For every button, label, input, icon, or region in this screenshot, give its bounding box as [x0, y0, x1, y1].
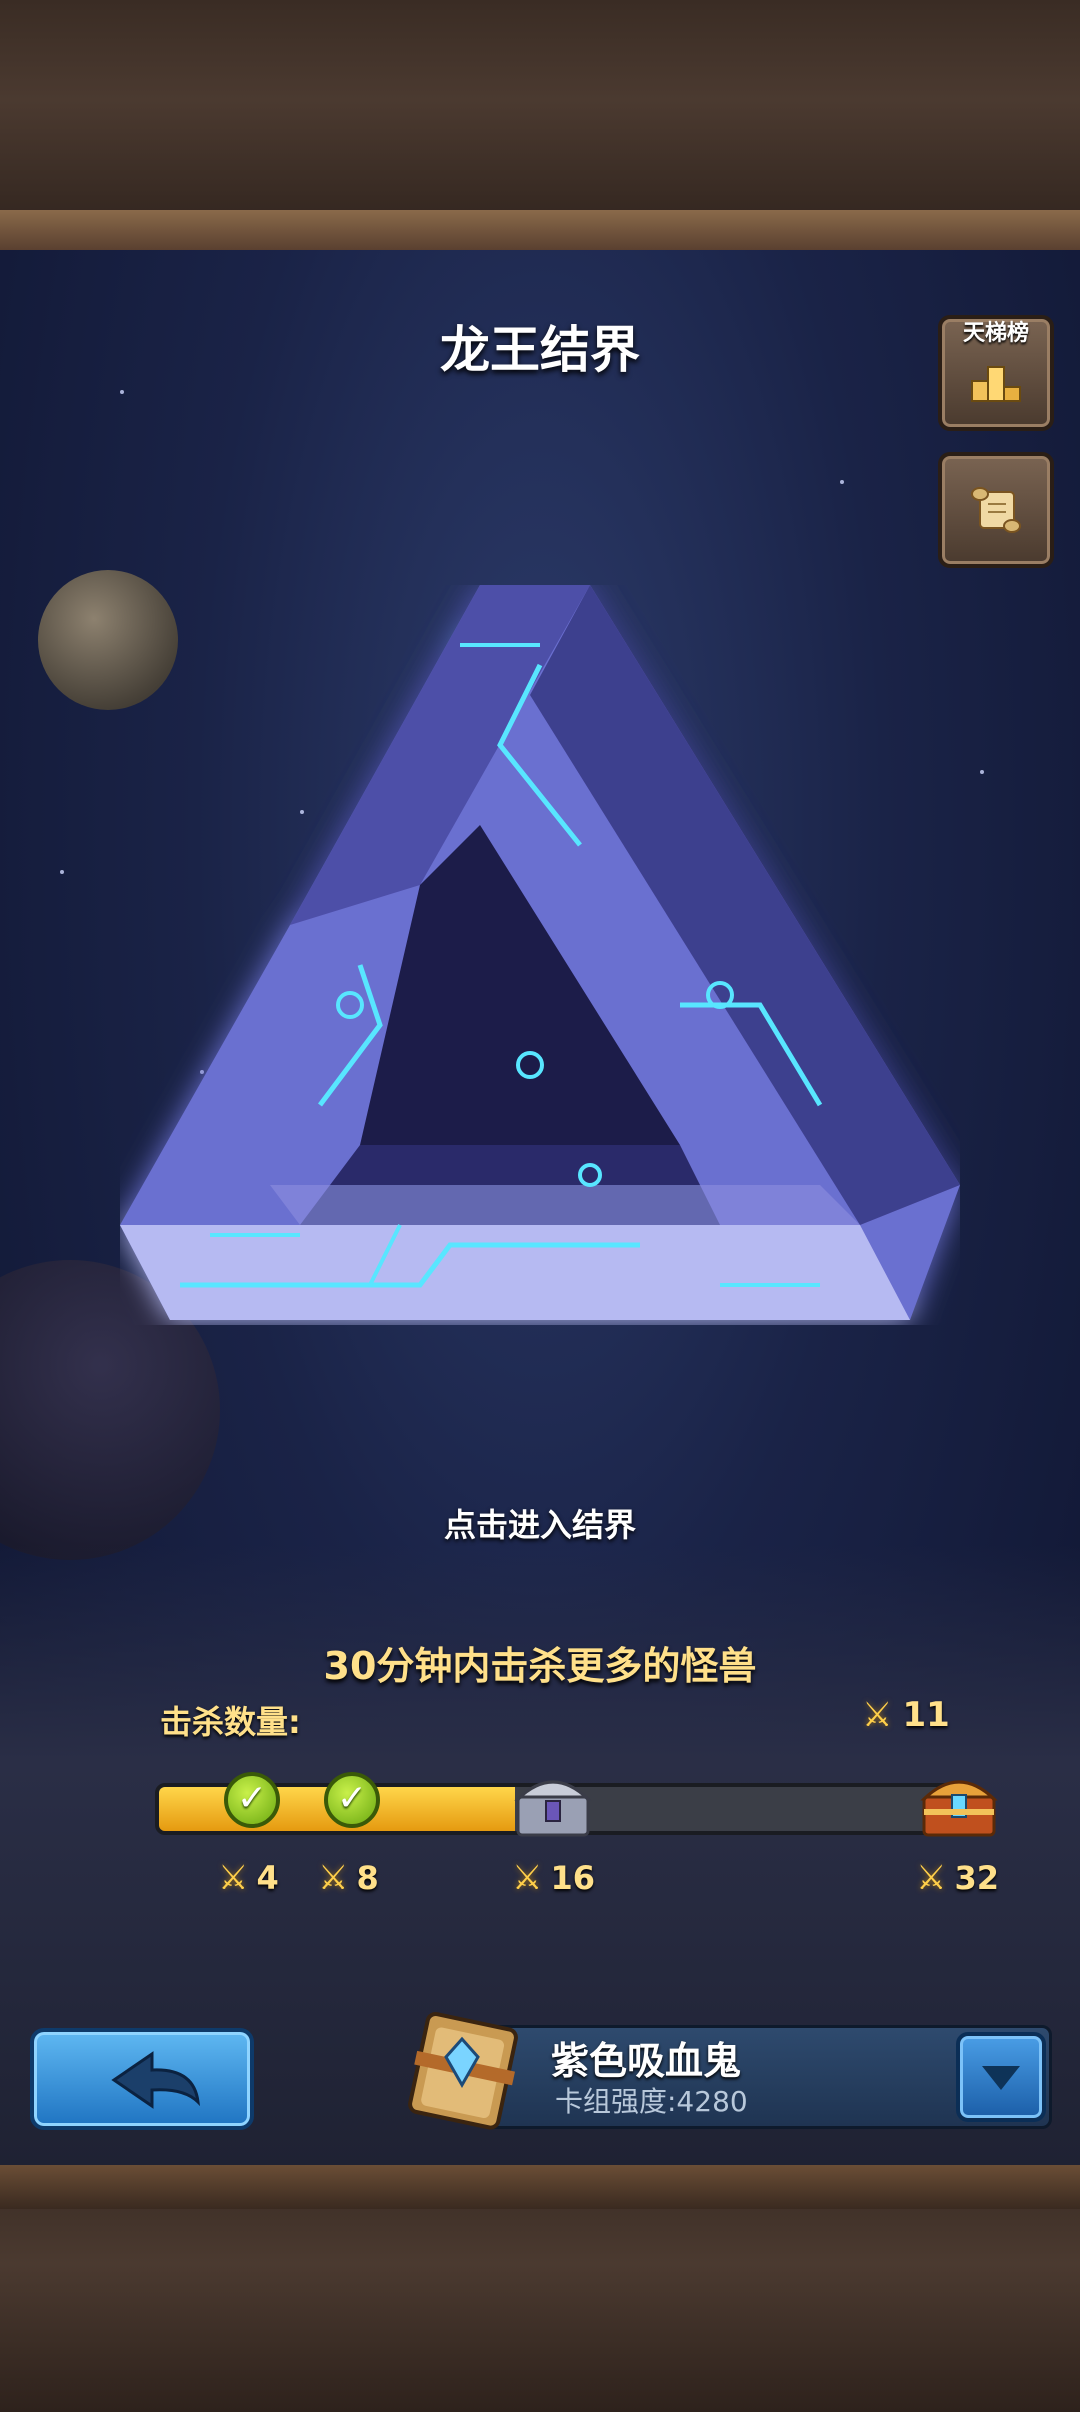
- back-arrow-icon: [111, 2051, 200, 2109]
- crossed-swords-icon: ⚔: [916, 1858, 947, 1898]
- bottom-frame: [0, 2165, 1080, 2412]
- milestone-label: ⚔ 8: [318, 1858, 379, 1898]
- top-frame: [0, 0, 1080, 250]
- crossed-swords-icon: ⚔: [218, 1858, 249, 1898]
- deck-book-icon: [408, 2012, 518, 2130]
- scroll-icon: [971, 487, 1021, 533]
- milestone-label: ⚔ 32: [916, 1858, 1000, 1898]
- deck-power: 卡组强度:4280: [555, 2085, 748, 2118]
- milestone-label: ⚔ 4: [218, 1858, 279, 1898]
- podium-icon: [971, 365, 1021, 402]
- ladder-label: 天梯榜: [962, 321, 1029, 346]
- deck-dropdown-button[interactable]: [956, 2032, 1046, 2122]
- milestone-label: ⚔ 16: [512, 1858, 596, 1898]
- deck-name: 紫色吸血鬼: [551, 2039, 742, 2083]
- crossed-swords-icon: ⚔: [862, 1695, 893, 1735]
- kill-count-value: 11: [902, 1695, 950, 1735]
- silver-chest-icon[interactable]: [510, 1765, 596, 1841]
- kill-count: ⚔ 11: [862, 1695, 950, 1735]
- objective-text: 30分钟内击杀更多的怪兽: [323, 1644, 757, 1688]
- kill-count-label: 击杀数量:: [160, 1703, 301, 1741]
- milestone-check-icon: ✓: [224, 1772, 280, 1828]
- page-title: 龙王结界: [440, 321, 640, 379]
- enter-prompt[interactable]: 点击进入结界: [0, 1500, 1080, 1546]
- milestone-check-icon: ✓: [324, 1772, 380, 1828]
- gold-chest-icon[interactable]: [916, 1765, 1002, 1841]
- penrose-triangle-portal[interactable]: [120, 585, 960, 1325]
- ladder-button[interactable]: 天梯榜: [938, 315, 1054, 431]
- chevron-down-icon: [982, 2066, 1020, 2090]
- crossed-swords-icon: ⚔: [318, 1858, 349, 1898]
- scroll-button[interactable]: [938, 452, 1054, 568]
- crossed-swords-icon: ⚔: [512, 1858, 543, 1898]
- back-button[interactable]: [30, 2028, 254, 2130]
